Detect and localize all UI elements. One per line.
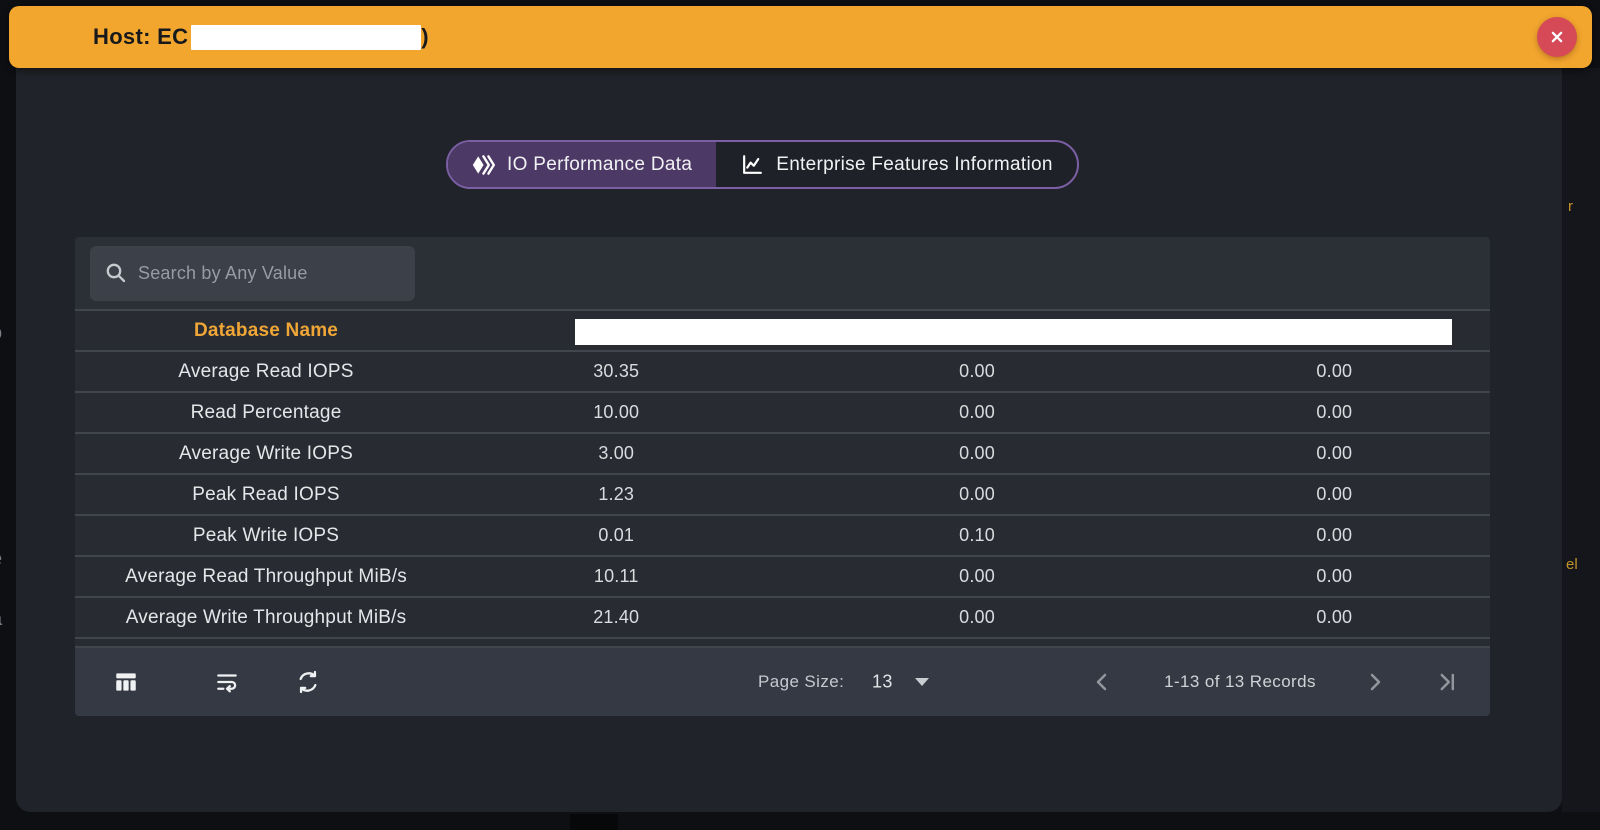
dialog-title-text-suffix: )	[421, 24, 429, 50]
row-label: Average Write Throughput MiB/s	[75, 607, 457, 629]
pagination-next-page-button[interactable]	[1363, 670, 1387, 694]
host-dialog-body: IO Performance Data Enterprise Features …	[16, 68, 1562, 812]
io-performance-table-card: Database Name Average Read IOPS 30.35 0.…	[75, 237, 1490, 716]
dialog-title-text: Host: EC	[93, 24, 188, 50]
row-label: Average Read IOPS	[75, 361, 457, 383]
row-value: 0.00	[775, 402, 1178, 423]
row-value: 0.01	[457, 525, 775, 546]
chevron-down-icon	[915, 678, 929, 686]
table-columns-icon	[113, 669, 139, 695]
row-value: 10.00	[457, 402, 775, 423]
row-value: 3.00	[457, 443, 775, 464]
row-value: 0.00	[1179, 402, 1490, 423]
row-value: 0.00	[1179, 566, 1490, 587]
row-value: 0.00	[775, 484, 1178, 505]
wrap-text-button[interactable]	[214, 669, 240, 695]
row-value: 0.00	[1179, 484, 1490, 505]
table-row: Peak Read IOPS 1.23 0.00 0.00	[75, 473, 1490, 514]
background-text-fragment: o	[0, 322, 2, 345]
records-range-text: 1-13 of 13 Records	[1150, 672, 1330, 692]
row-value: 0.00	[1179, 607, 1490, 628]
redaction-overlay-db-names	[575, 319, 1452, 345]
dialog-title: Host: EC )	[93, 24, 429, 50]
row-label: Average Write IOPS	[75, 443, 457, 465]
table-row: Average Read Throughput MiB/s 10.11 0.00…	[75, 555, 1490, 596]
background-notch	[570, 814, 618, 830]
wrap-text-icon	[214, 669, 240, 695]
row-label: Peak Read IOPS	[75, 484, 457, 506]
background-right-strip: r el	[1562, 68, 1600, 812]
table-row: Peak Write IOPS 0.01 0.10 0.00	[75, 514, 1490, 555]
page-size-label: Page Size:	[758, 672, 844, 692]
table-row: Average Write Throughput MiB/s 21.40 0.0…	[75, 596, 1490, 637]
search-icon	[104, 261, 128, 285]
row-label: Average Read Throughput MiB/s	[75, 566, 457, 588]
table-row: Average Write IOPS 3.00 0.00 0.00	[75, 432, 1490, 473]
row-value: 0.00	[1179, 525, 1490, 546]
pagination-first-page-button[interactable]	[1003, 670, 1027, 694]
tab-label: IO Performance Data	[507, 154, 692, 176]
tab-group: IO Performance Data Enterprise Features …	[446, 140, 1079, 189]
background-text-fragment: el	[1566, 556, 1578, 573]
close-button[interactable]	[1537, 17, 1577, 57]
partial-row-sliver	[75, 637, 1490, 646]
chevron-left-icon	[1090, 670, 1114, 694]
table-row: Read Percentage 10.00 0.00 0.00	[75, 391, 1490, 432]
background-text-fragment: a	[0, 608, 2, 631]
row-value: 30.35	[457, 361, 775, 382]
page-size-dropdown-button[interactable]	[911, 671, 933, 693]
row-value: 0.10	[775, 525, 1178, 546]
row-label: Read Percentage	[75, 402, 457, 424]
tab-enterprise-features-information[interactable]: Enterprise Features Information	[716, 142, 1076, 187]
table-header-row: Database Name	[75, 309, 1490, 350]
search-input[interactable]	[138, 263, 401, 284]
first-page-icon	[1003, 670, 1027, 694]
row-value: 0.00	[1179, 361, 1490, 382]
row-value: 0.00	[775, 361, 1178, 382]
chevron-right-icon	[1363, 670, 1387, 694]
table-row: Average Read IOPS 30.35 0.00 0.00	[75, 350, 1490, 391]
close-icon	[1547, 27, 1567, 47]
table-footer: Page Size: 13 1-13 of 13 Records	[75, 646, 1490, 716]
row-label: Peak Write IOPS	[75, 525, 457, 547]
tab-label: Enterprise Features Information	[776, 154, 1052, 176]
host-dialog-header: Host: EC )	[9, 6, 1592, 68]
background-text-fragment: r	[1568, 198, 1573, 215]
last-page-icon	[1435, 670, 1459, 694]
search-input-wrapper[interactable]	[90, 246, 415, 301]
background-text-fragment: e	[0, 548, 2, 571]
row-value: 1.23	[457, 484, 775, 505]
refresh-icon	[295, 669, 321, 695]
refresh-button[interactable]	[295, 669, 321, 695]
page-size-value[interactable]: 13	[872, 672, 893, 693]
table-header-label: Database Name	[75, 320, 457, 342]
line-chart-icon	[740, 152, 765, 177]
column-settings-button[interactable]	[113, 669, 139, 695]
tab-io-performance-data[interactable]: IO Performance Data	[448, 142, 716, 187]
pagination-previous-page-button[interactable]	[1090, 670, 1114, 694]
pagination-last-page-button[interactable]	[1435, 670, 1459, 694]
row-value: 0.00	[775, 607, 1178, 628]
redaction-overlay	[191, 25, 421, 50]
hive-speed-icon	[472, 153, 496, 177]
row-value: 21.40	[457, 607, 775, 628]
row-value: 10.11	[457, 566, 775, 587]
row-value: 0.00	[775, 443, 1178, 464]
table-search-bar	[75, 237, 1490, 309]
row-value: 0.00	[1179, 443, 1490, 464]
row-value: 0.00	[775, 566, 1178, 587]
